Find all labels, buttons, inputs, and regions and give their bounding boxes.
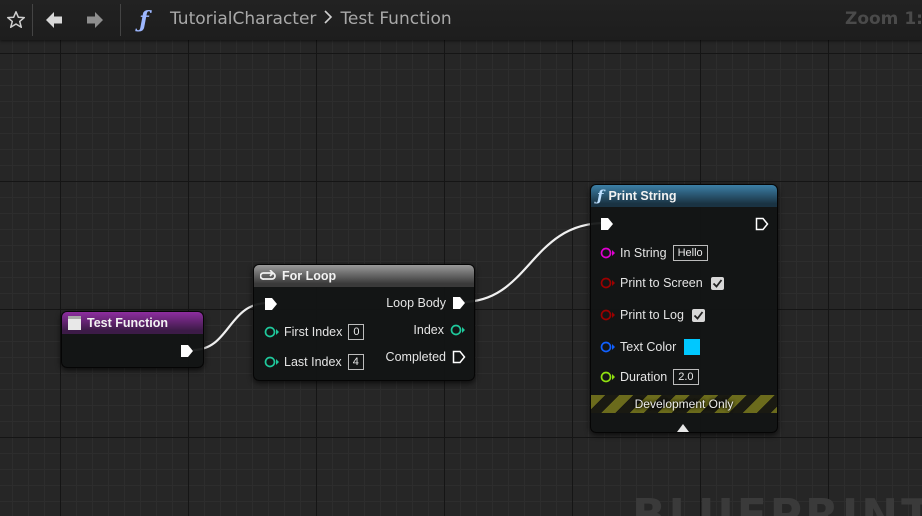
in-string-value-input[interactable]: Hello (672, 245, 708, 261)
node-title: For Loop (282, 269, 337, 283)
pin-label: Duration (620, 370, 668, 384)
expand-arrow-icon[interactable] (677, 417, 689, 436)
in-string-pin[interactable]: In String Hello (600, 245, 708, 261)
exec-pin-icon (755, 217, 769, 231)
checkmark-icon (712, 278, 722, 288)
pin-label: Print to Log (620, 308, 684, 322)
node-title: Print String (608, 189, 677, 203)
completed-pin[interactable]: Completed (386, 350, 466, 364)
node-header: ƒ Print String (591, 185, 777, 207)
loop-icon (260, 270, 276, 280)
boolean-pin-icon (600, 309, 615, 321)
integer-pin-icon (264, 356, 279, 368)
boolean-pin-icon (600, 277, 615, 289)
exec-output-pin[interactable] (180, 344, 194, 358)
pin-label: Text Color (620, 340, 677, 354)
exec-input-pin[interactable] (600, 217, 614, 231)
exec-pin-icon (181, 345, 193, 357)
exec-pin-icon (265, 298, 277, 310)
for-loop-node[interactable]: For Loop First Index 0 Last Index 4 Loop… (253, 264, 475, 381)
text-color-swatch[interactable] (684, 339, 701, 355)
pin-label: In String (620, 246, 667, 260)
test-function-node[interactable]: Test Function (61, 311, 204, 368)
float-pin-icon (600, 371, 615, 383)
exec-input-pin[interactable] (264, 297, 278, 311)
pin-label: First Index (284, 325, 343, 339)
function-entry-icon (68, 316, 81, 330)
node-header: For Loop (254, 265, 474, 287)
wire-layer (192, 221, 606, 352)
index-output-pin[interactable]: Index (413, 323, 466, 337)
pin-label: Completed (385, 350, 446, 364)
print-to-screen-pin[interactable]: Print to Screen (600, 276, 724, 290)
duration-value-input[interactable]: 2.0 (673, 369, 699, 385)
exec-pin-icon (452, 350, 466, 364)
print-to-screen-checkbox[interactable] (710, 276, 724, 290)
function-icon: ƒ (597, 187, 604, 205)
struct-pin-icon (600, 341, 615, 353)
exec-wire-loopbody-to-print (461, 221, 606, 304)
development-only-label: Development Only (634, 397, 734, 411)
development-only-banner: Development Only (591, 395, 777, 413)
first-index-pin[interactable]: First Index 0 (264, 324, 365, 340)
print-to-log-checkbox[interactable] (691, 308, 705, 322)
pin-label: Index (413, 323, 444, 337)
last-index-value-input[interactable]: 4 (347, 354, 364, 370)
first-index-value-input[interactable]: 0 (348, 324, 365, 340)
text-color-pin[interactable]: Text Color (600, 339, 701, 355)
exec-pin-icon (453, 297, 465, 309)
exec-output-pin[interactable] (755, 217, 769, 231)
pin-label: Last Index (284, 355, 342, 369)
node-header: Test Function (62, 312, 203, 334)
pin-label: Print to Screen (620, 276, 703, 290)
integer-pin-icon (450, 324, 465, 336)
checkmark-icon (693, 310, 704, 320)
duration-pin[interactable]: Duration 2.0 (600, 369, 699, 385)
print-string-node[interactable]: ƒ Print String In String Hello Print to … (590, 184, 778, 433)
integer-pin-icon (264, 326, 279, 338)
blueprint-watermark: BLUEPRINT (632, 494, 922, 516)
loop-body-pin[interactable]: Loop Body (386, 296, 466, 310)
exec-pin-icon (601, 218, 613, 230)
print-to-log-pin[interactable]: Print to Log (600, 308, 705, 322)
node-title: Test Function (87, 316, 169, 330)
pin-label: Loop Body (386, 296, 446, 310)
last-index-pin[interactable]: Last Index 4 (264, 354, 364, 370)
string-pin-icon (600, 247, 615, 259)
